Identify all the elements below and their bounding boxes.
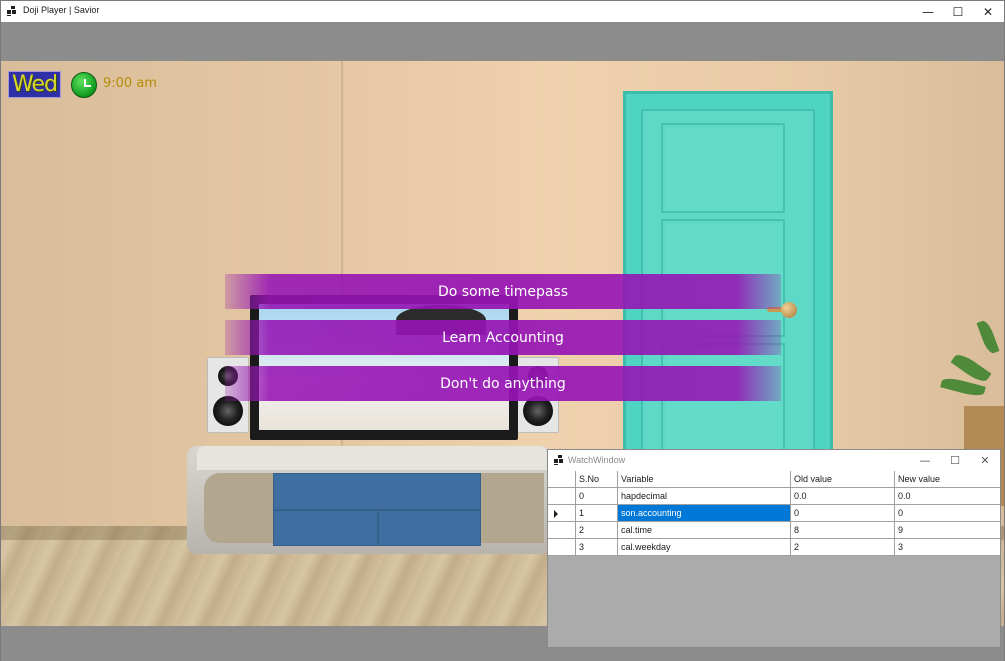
tv-stand-top xyxy=(197,446,547,470)
close-button[interactable]: ✕ xyxy=(971,1,1005,22)
cell-new-value[interactable]: 3 xyxy=(895,539,1000,556)
time-display: 9:00 am xyxy=(103,76,157,91)
app-window-icon xyxy=(7,6,17,16)
door-panel-inset xyxy=(661,123,785,213)
column-header-variable[interactable]: Variable xyxy=(618,471,791,488)
grid-header-row: S.No Variable Old value New value xyxy=(548,471,1000,488)
watch-window: WatchWindow — ☐ ✕ S.No Variable Old valu… xyxy=(547,449,1001,648)
table-row[interactable]: 1 son.accounting 0 0 xyxy=(548,505,1000,522)
row-header[interactable] xyxy=(548,539,576,556)
cell-old-value[interactable]: 0 xyxy=(791,505,895,522)
cell-new-value[interactable]: 0 xyxy=(895,505,1000,522)
choice-timepass[interactable]: Do some timepass xyxy=(225,274,781,309)
plant-leaf xyxy=(976,318,1000,356)
row-header-corner xyxy=(548,471,576,488)
table-row[interactable]: 3 cal.weekday 2 3 xyxy=(548,539,1000,556)
cell-new-value[interactable]: 9 xyxy=(895,522,1000,539)
close-button[interactable]: ✕ xyxy=(970,450,1000,471)
cell-variable[interactable]: cal.weekday xyxy=(618,539,791,556)
title-bar[interactable]: Doji Player | Savior — ☐ ✕ xyxy=(1,1,1004,22)
table-row[interactable]: 2 cal.time 8 9 xyxy=(548,522,1000,539)
clock-icon xyxy=(71,72,97,98)
cell-sno[interactable]: 3 xyxy=(576,539,618,556)
cell-variable[interactable]: son.accounting xyxy=(618,505,791,522)
current-row-arrow-icon xyxy=(554,510,558,518)
cell-variable[interactable]: cal.time xyxy=(618,522,791,539)
watch-title-bar[interactable]: WatchWindow — ☐ ✕ xyxy=(548,450,1000,471)
watch-window-title: WatchWindow xyxy=(568,455,626,465)
row-header[interactable] xyxy=(548,505,576,522)
cell-old-value[interactable]: 0.0 xyxy=(791,488,895,505)
app-window-icon xyxy=(554,455,564,465)
choice-learn-accounting[interactable]: Learn Accounting xyxy=(225,320,781,355)
weekday-badge: Wed xyxy=(8,71,61,98)
maximize-button[interactable]: ☐ xyxy=(941,1,975,22)
choice-do-nothing[interactable]: Don't do anything xyxy=(225,366,781,401)
letterbox-top xyxy=(1,22,1004,61)
cell-sno[interactable]: 1 xyxy=(576,505,618,522)
cell-old-value[interactable]: 2 xyxy=(791,539,895,556)
window-title: Doji Player | Savior xyxy=(23,5,100,15)
minimize-button[interactable]: — xyxy=(910,450,940,471)
table-row[interactable]: 0 hapdecimal 0.0 0.0 xyxy=(548,488,1000,505)
maximize-button[interactable]: ☐ xyxy=(940,450,970,471)
cell-variable[interactable]: hapdecimal xyxy=(618,488,791,505)
door-knob xyxy=(781,302,797,318)
drawer xyxy=(273,473,481,510)
row-header[interactable] xyxy=(548,488,576,505)
cell-sno[interactable]: 0 xyxy=(576,488,618,505)
drawer xyxy=(378,510,481,546)
cell-old-value[interactable]: 8 xyxy=(791,522,895,539)
cell-sno[interactable]: 2 xyxy=(576,522,618,539)
drawer xyxy=(273,510,378,546)
minimize-button[interactable]: — xyxy=(911,1,945,22)
cell-new-value[interactable]: 0.0 xyxy=(895,488,1000,505)
column-header-old-value[interactable]: Old value xyxy=(791,471,895,488)
column-header-sno[interactable]: S.No xyxy=(576,471,618,488)
row-header[interactable] xyxy=(548,522,576,539)
column-header-new-value[interactable]: New value xyxy=(895,471,1000,488)
